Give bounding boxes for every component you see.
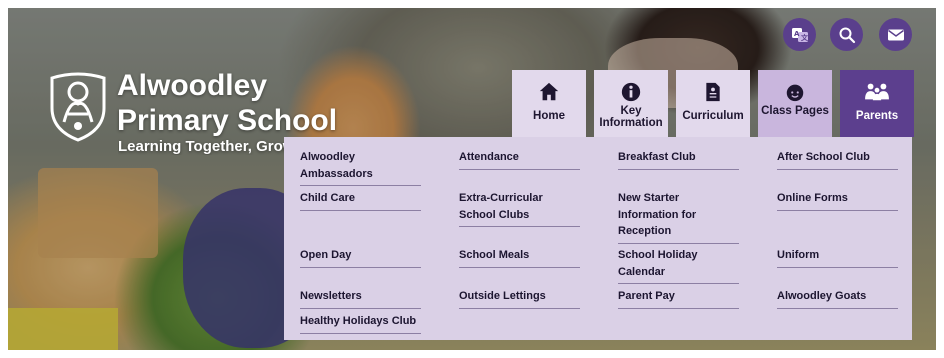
nav-tab-parents[interactable]: Parents bbox=[840, 70, 914, 137]
menu-item-label: School Meals bbox=[459, 247, 580, 268]
school-name-line2: Primary School bbox=[117, 104, 338, 137]
menu-item-label: Parent Pay bbox=[618, 288, 739, 309]
menu-item-label: Extra-Curricular School Clubs bbox=[459, 190, 580, 227]
menu-item-label: Attendance bbox=[459, 149, 580, 170]
menu-item-alwoodley-goats[interactable]: Alwoodley Goats bbox=[777, 288, 898, 309]
menu-item-new-starter-information[interactable]: New Starter Information for Reception bbox=[618, 190, 739, 244]
site-header: Alwoodley Primary School Learning Togeth… bbox=[8, 8, 936, 350]
mail-icon bbox=[887, 29, 904, 40]
menu-item-label: After School Club bbox=[777, 149, 898, 170]
search-button[interactable] bbox=[830, 18, 863, 51]
menu-item-label: Online Forms bbox=[777, 190, 898, 211]
menu-item-label: New Starter Information for Reception bbox=[618, 190, 739, 244]
menu-item-label: School Holiday Calendar bbox=[618, 247, 739, 284]
menu-item-uniform[interactable]: Uniform bbox=[777, 247, 898, 268]
nav-tab-curriculum[interactable]: Curriculum bbox=[676, 70, 750, 137]
menu-item-label: Child Care bbox=[300, 190, 421, 211]
translate-button[interactable]: A 文 bbox=[783, 18, 816, 51]
menu-item-after-school-club[interactable]: After School Club bbox=[777, 149, 898, 170]
child-face-icon bbox=[784, 80, 806, 104]
contact-button[interactable] bbox=[879, 18, 912, 51]
nav-tab-home[interactable]: Home bbox=[512, 70, 586, 137]
menu-item-child-care[interactable]: Child Care bbox=[300, 190, 421, 211]
menu-item-label: Healthy Holidays Club bbox=[300, 313, 421, 334]
menu-item-label: Alwoodley Goats bbox=[777, 288, 898, 309]
svg-text:文: 文 bbox=[801, 33, 809, 42]
nav-tab-class-pages-label: Class Pages bbox=[761, 105, 829, 117]
menu-item-open-day[interactable]: Open Day bbox=[300, 247, 421, 268]
menu-item-label: Outside Lettings bbox=[459, 288, 580, 309]
nav-tab-home-label: Home bbox=[533, 110, 565, 122]
translate-icon: A 文 bbox=[791, 27, 809, 42]
menu-item-label: Uniform bbox=[777, 247, 898, 268]
family-icon bbox=[862, 80, 892, 104]
menu-item-label: Open Day bbox=[300, 247, 421, 268]
school-crest-logo[interactable] bbox=[48, 70, 108, 142]
house-icon bbox=[538, 80, 560, 104]
school-tagline: Learning Together, Growing Together bbox=[118, 138, 293, 155]
nav-tab-key-information-label: Key Information bbox=[599, 105, 663, 129]
document-icon bbox=[703, 80, 723, 104]
parents-dropdown-menu: Alwoodley Ambassadors Attendance Breakfa… bbox=[284, 137, 912, 340]
menu-item-extra-curricular-school-clubs[interactable]: Extra-Curricular School Clubs bbox=[459, 190, 580, 227]
menu-item-school-holiday-calendar[interactable]: School Holiday Calendar bbox=[618, 247, 739, 284]
info-icon bbox=[620, 80, 642, 104]
menu-item-online-forms[interactable]: Online Forms bbox=[777, 190, 898, 211]
school-name[interactable]: Alwoodley Primary School bbox=[117, 68, 337, 138]
main-navigation: Home Key Information Curriculum Class Pa… bbox=[512, 70, 914, 137]
menu-item-school-meals[interactable]: School Meals bbox=[459, 247, 580, 268]
svg-text:A: A bbox=[794, 30, 800, 38]
school-name-line1: Alwoodley bbox=[117, 69, 268, 102]
menu-item-attendance[interactable]: Attendance bbox=[459, 149, 580, 170]
menu-item-healthy-holidays-club[interactable]: Healthy Holidays Club bbox=[300, 313, 421, 334]
nav-tab-parents-label: Parents bbox=[855, 110, 899, 122]
menu-item-outside-lettings[interactable]: Outside Lettings bbox=[459, 288, 580, 309]
menu-item-label: Newsletters bbox=[300, 288, 421, 309]
search-icon bbox=[839, 27, 855, 43]
menu-item-label: Breakfast Club bbox=[618, 149, 739, 170]
menu-item-parent-pay[interactable]: Parent Pay bbox=[618, 288, 739, 309]
nav-tab-class-pages[interactable]: Class Pages bbox=[758, 70, 832, 137]
menu-item-alwoodley-ambassadors[interactable]: Alwoodley Ambassadors bbox=[300, 149, 421, 186]
menu-item-label: Alwoodley Ambassadors bbox=[300, 149, 421, 186]
nav-tab-key-information[interactable]: Key Information bbox=[594, 70, 668, 137]
menu-item-breakfast-club[interactable]: Breakfast Club bbox=[618, 149, 739, 170]
menu-item-newsletters[interactable]: Newsletters bbox=[300, 288, 421, 309]
nav-tab-curriculum-label: Curriculum bbox=[682, 110, 744, 122]
